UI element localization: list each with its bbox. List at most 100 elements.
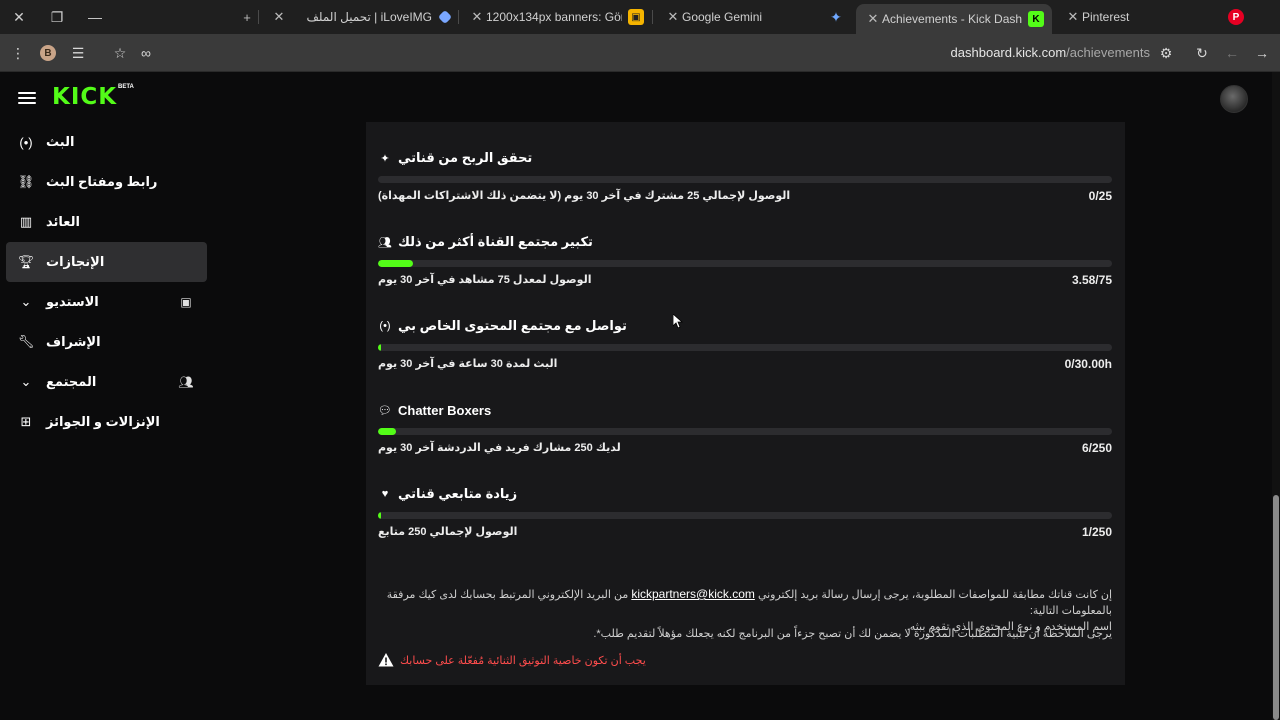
info-text-before: إن كانت قناتك مطابقة للمواصفات المطلوبة،… bbox=[757, 589, 1112, 601]
achievement-requirement: الوصول لمعدل 75 مشاهد في آخر 30 يوم bbox=[378, 274, 592, 286]
sidebar-item-revenue[interactable]: ▥ العائد bbox=[6, 202, 207, 242]
kick-favicon-icon: K bbox=[1028, 11, 1044, 27]
achievement-requirement: الوصول لإجمالي 25 مشترك في آخر 30 يوم (ل… bbox=[378, 190, 791, 202]
users-icon: 👥︎ bbox=[378, 236, 392, 249]
achievement-title: زيادة متابعي قناتي bbox=[398, 486, 518, 501]
achievement-title: تواصل مع مجتمع المحتوى الخاص بي bbox=[398, 318, 627, 333]
site-settings-icon[interactable]: ⚙ bbox=[1156, 43, 1176, 63]
tab-achievements[interactable]: ✕ Achievements - Kick Dashboard K bbox=[856, 4, 1052, 34]
tab-gemini[interactable]: ✕ Google Gemini ✦ bbox=[656, 4, 852, 30]
browser-menu-icon[interactable]: ⋮ bbox=[8, 43, 28, 63]
tab-ilovimg[interactable]: ✕ iLoveIMG | تحميل الملف bbox=[262, 4, 458, 30]
tab-title: 1200x134px banners: Görseller bbox=[486, 10, 622, 24]
close-window-icon[interactable]: ✕ bbox=[0, 0, 38, 34]
close-tab-icon[interactable]: ✕ bbox=[270, 9, 288, 25]
reload-icon[interactable]: ↻ bbox=[1192, 43, 1212, 63]
studio-icon: ▣ bbox=[180, 295, 192, 309]
sidebar-item-label: الإشراف bbox=[46, 334, 101, 349]
chart-icon: ▥ bbox=[19, 214, 33, 229]
url-path: /achievements bbox=[1066, 45, 1150, 60]
eligibility-note: يرجى الملاحظة أن تلبية المتطلبات المذكور… bbox=[593, 628, 1112, 640]
progress-bar bbox=[378, 260, 1112, 267]
sidebar-item-community[interactable]: ⌄ المجتمع 👥︎ bbox=[6, 362, 207, 402]
achievement-progress-text: 0/25 bbox=[1088, 189, 1112, 203]
chat-icon: 💬︎ bbox=[378, 404, 392, 417]
kick-logo[interactable]: KICK BETA bbox=[52, 84, 134, 110]
url-host: dashboard.kick.com bbox=[950, 45, 1067, 60]
minimize-window-icon[interactable]: — bbox=[76, 0, 114, 34]
close-tab-icon[interactable]: ✕ bbox=[664, 9, 682, 25]
achievement-title: تكبير مجتمع القناة أكثر من ذلك bbox=[398, 234, 593, 249]
sidebar-item-label: المجتمع bbox=[46, 374, 97, 389]
tab-title: Achievements - Kick Dashboard bbox=[882, 12, 1022, 26]
achievement-title: Chatter Boxers bbox=[398, 402, 492, 418]
plus-icon: + bbox=[243, 9, 251, 25]
scrollbar-thumb[interactable] bbox=[1273, 495, 1279, 720]
back-icon[interactable]: ← bbox=[1222, 43, 1242, 63]
broadcast-icon: (•) bbox=[379, 320, 391, 332]
sidebar-item-label: الإنزالات و الجوائز bbox=[46, 414, 160, 429]
incognito-icon[interactable]: ∞ bbox=[136, 43, 156, 63]
progress-bar bbox=[378, 512, 1112, 519]
progress-bar bbox=[378, 344, 1112, 351]
close-tab-icon[interactable]: ✕ bbox=[1064, 9, 1082, 25]
bookmark-star-icon[interactable]: ☆ bbox=[110, 43, 130, 63]
achievement-title: تحقق الربح من قناتي bbox=[398, 150, 533, 165]
progress-bar bbox=[378, 176, 1112, 183]
gift-icon: ⊞ bbox=[20, 414, 32, 429]
restore-window-icon[interactable]: ❐ bbox=[38, 0, 76, 34]
chevron-down-icon: ⌄ bbox=[20, 374, 32, 389]
achievement-requirement: البث لمدة 30 ساعة في آخر 30 يوم bbox=[378, 358, 558, 370]
achievement-progress-text: 6/250 bbox=[1081, 441, 1112, 455]
beta-badge: BETA bbox=[118, 84, 134, 90]
images-favicon-icon: ▣ bbox=[628, 9, 644, 25]
reading-list-icon[interactable]: ☰ bbox=[68, 43, 88, 63]
link-icon: ⛓ bbox=[17, 174, 35, 189]
url-field[interactable]: dashboard.kick.com/achievements bbox=[940, 45, 1150, 60]
achievements-panel: ✦ تحقق الربح من قناتي الوصول لإجمالي 25 م… bbox=[366, 122, 1125, 685]
sidebar-item-label: الاستديو bbox=[46, 294, 99, 309]
partner-email-link[interactable]: kickpartners@kick.com bbox=[631, 587, 755, 601]
achievement-requirement: الوصول لإجمالي 250 متابع bbox=[378, 526, 518, 538]
pinterest-favicon-icon: P bbox=[1228, 9, 1244, 25]
warning-text: يجب أن تكون خاصية التوثيق الثنائية مُفعّ… bbox=[400, 654, 646, 667]
progress-bar bbox=[378, 428, 1112, 435]
sidebar-item-broadcast[interactable]: (•) البث bbox=[6, 122, 207, 162]
forward-icon[interactable]: → bbox=[1252, 43, 1272, 63]
progress-fill bbox=[378, 512, 381, 519]
achievement-progress-text: 1/250 bbox=[1081, 525, 1112, 539]
sidebar-item-moderation[interactable]: 🔧︎ الإشراف bbox=[6, 322, 207, 362]
tab-pinterest[interactable]: ✕ Pinterest P bbox=[1056, 4, 1252, 30]
hamburger-menu-icon[interactable] bbox=[18, 89, 36, 107]
progress-fill bbox=[378, 428, 396, 435]
close-tab-icon[interactable]: ✕ bbox=[468, 9, 486, 25]
browser-tab-bar: ✕ ❐ — + ✕ iLoveIMG | تحميل الملف ✕ 1200x… bbox=[0, 0, 1280, 34]
progress-fill bbox=[378, 344, 381, 351]
progress-fill bbox=[378, 260, 414, 267]
gemini-favicon-icon: ✦ bbox=[830, 8, 842, 25]
sidebar-item-drops-rewards[interactable]: ⊞ الإنزالات و الجوائز bbox=[6, 402, 207, 442]
sparkle-icon: ✦ bbox=[380, 152, 390, 165]
tab-title: Pinterest bbox=[1082, 10, 1130, 24]
trophy-icon: 🏆︎ bbox=[17, 254, 35, 269]
achievement-requirement: لديك 250 مشارك فريد في الدردشة آخر 30 يو… bbox=[378, 442, 621, 454]
wrench-icon: 🔧︎ bbox=[17, 334, 35, 349]
ilovimg-favicon-icon bbox=[437, 9, 453, 25]
tab-title: iLoveIMG | تحميل الملف bbox=[306, 10, 432, 24]
warning-icon bbox=[378, 652, 394, 668]
profile-avatar[interactable]: B bbox=[40, 45, 56, 61]
mouse-cursor-icon bbox=[673, 314, 683, 328]
sidebar-item-label: رابط ومفتاح البث bbox=[46, 174, 158, 189]
user-avatar[interactable] bbox=[1220, 85, 1248, 113]
sidebar-item-label: البث bbox=[46, 134, 75, 149]
sidebar-item-label: الإنجازات bbox=[46, 254, 105, 269]
tab-banners[interactable]: ✕ 1200x134px banners: Görseller ▣ bbox=[460, 4, 652, 30]
achievement-progress-text: 3.58/75 bbox=[1071, 273, 1112, 287]
sidebar-item-stream-key[interactable]: ⛓ رابط ومفتاح البث bbox=[6, 162, 207, 202]
sidebar-item-achievements[interactable]: 🏆︎ الإنجازات bbox=[6, 242, 207, 282]
close-tab-icon[interactable]: ✕ bbox=[864, 11, 882, 27]
chevron-down-icon: ⌄ bbox=[20, 294, 32, 309]
two-factor-warning: يجب أن تكون خاصية التوثيق الثنائية مُفعّ… bbox=[378, 652, 646, 668]
achievement-progress-text: 0/30.00h bbox=[1064, 357, 1112, 371]
sidebar-item-studio[interactable]: ⌄ الاستديو ▣ bbox=[6, 282, 207, 322]
